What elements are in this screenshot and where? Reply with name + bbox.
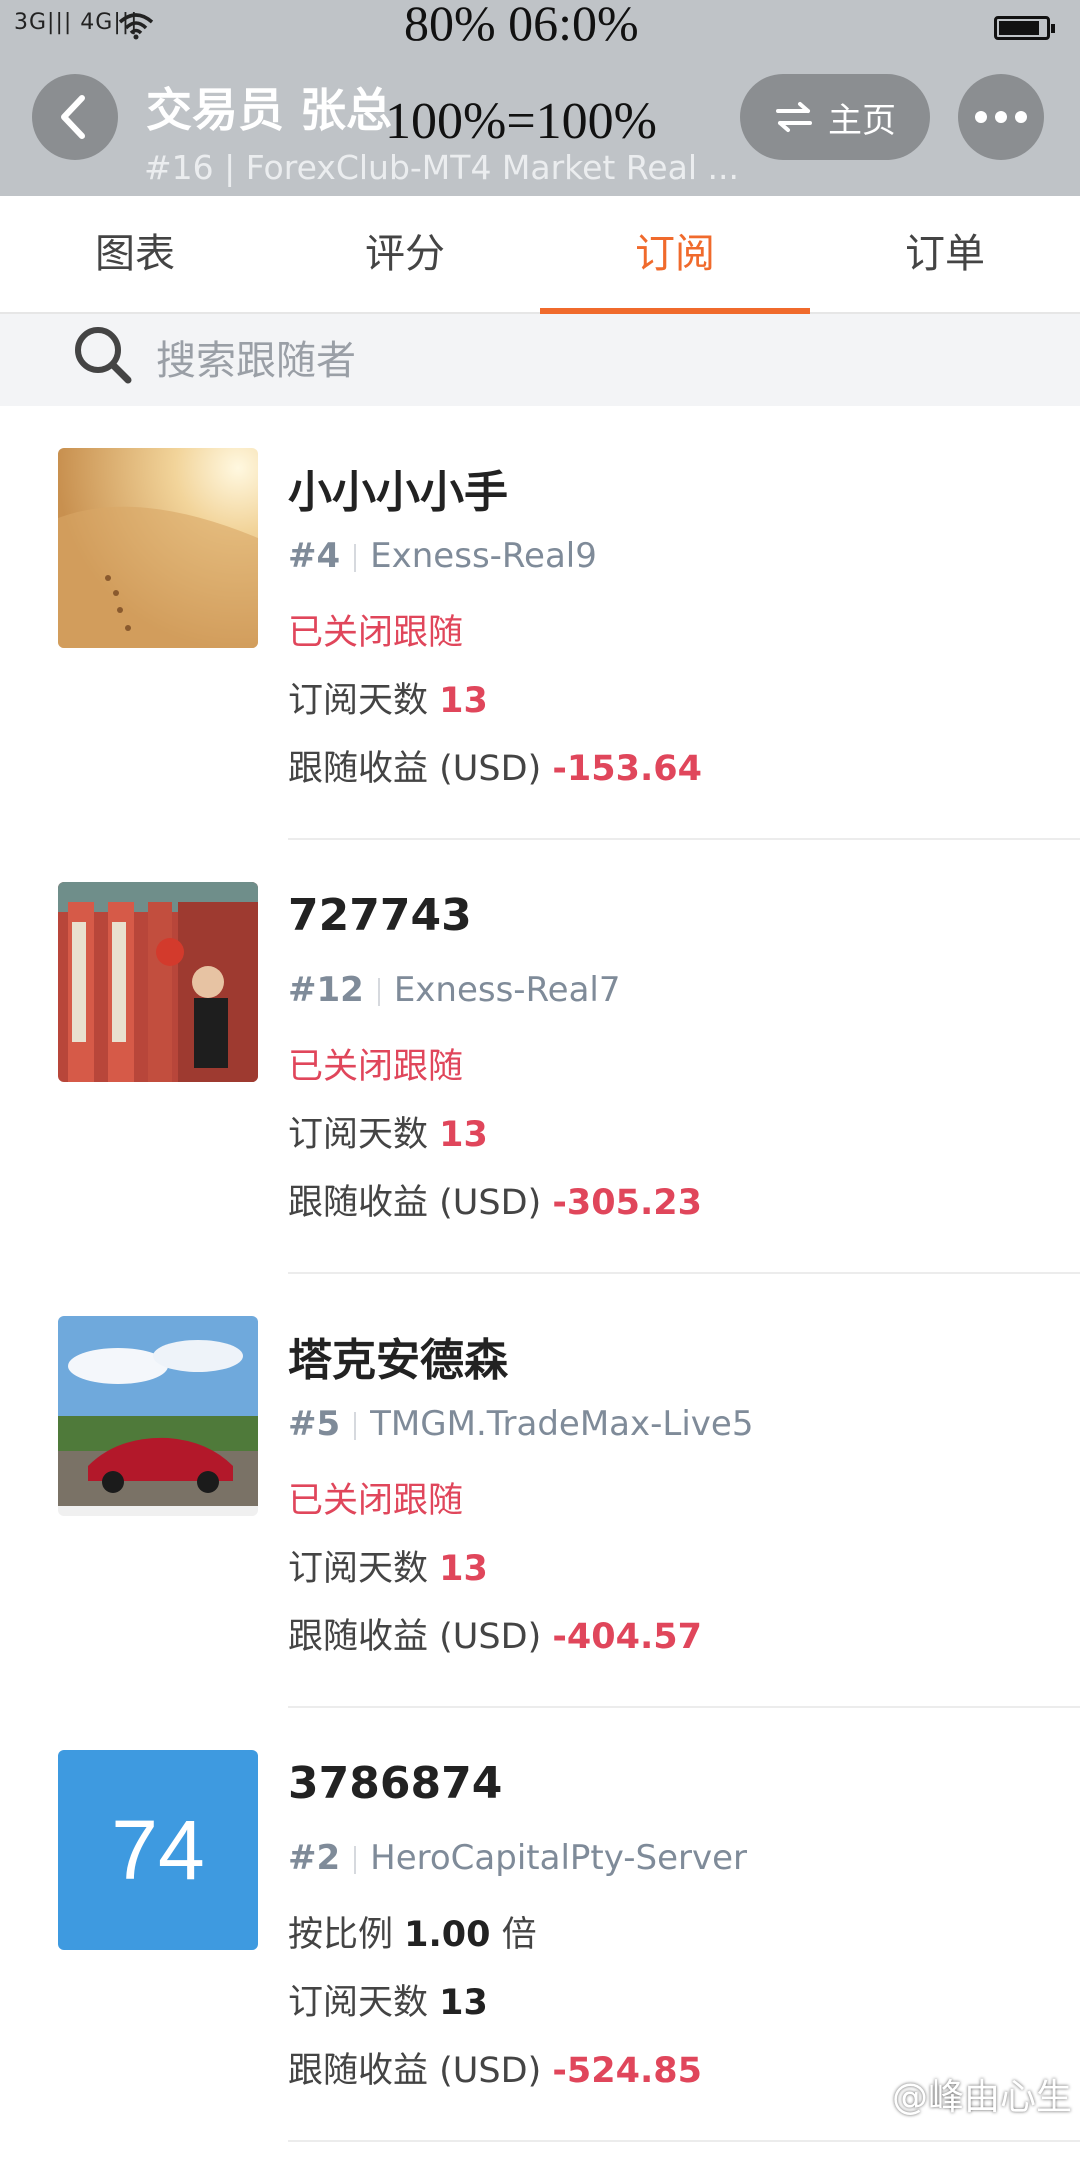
swap-arrows-icon bbox=[776, 102, 812, 132]
days-value: 13 bbox=[439, 1983, 488, 2023]
subscription-days: 订阅天数 13 bbox=[288, 1983, 488, 2023]
status-text: 已关闭跟随 bbox=[288, 613, 464, 653]
tab-subscriptions[interactable]: 订阅 bbox=[540, 196, 810, 314]
follower-name: 小小小小手 bbox=[288, 467, 508, 518]
rank-server: #2 HeroCapitalPty-Server bbox=[288, 1838, 747, 1878]
search-bar[interactable]: 搜索跟随者 bbox=[0, 314, 1080, 406]
top-header: 3G||| 4G||| 80% 06:0% 100%=100% 交易员 张总 #… bbox=[0, 0, 1080, 196]
rank-badge: #4 bbox=[288, 536, 341, 576]
list-item[interactable]: 小小小小手 #4 Exness-Real9 已关闭跟随 订阅天数 13 跟随收益 … bbox=[0, 406, 1080, 840]
follow-profit: 跟随收益 (USD) -404.57 bbox=[288, 1617, 702, 1657]
days-value: 13 bbox=[439, 681, 488, 721]
follower-name: 3786874 bbox=[288, 1758, 503, 1809]
profit-value: -153.64 bbox=[552, 749, 702, 789]
status-bar: 3G||| 4G||| 80% 06:0% bbox=[0, 0, 1080, 56]
avatar bbox=[58, 1316, 258, 1516]
server-name: Exness-Real9 bbox=[370, 536, 597, 576]
status-text: 已关闭跟随 bbox=[288, 1047, 464, 1087]
rank-server: #4 Exness-Real9 bbox=[288, 536, 597, 576]
tab-orders[interactable]: 订单 bbox=[810, 196, 1080, 312]
avatar bbox=[58, 882, 258, 1082]
profit-value: -524.85 bbox=[552, 2051, 702, 2091]
back-button[interactable] bbox=[32, 74, 118, 160]
rank-badge: #12 bbox=[288, 970, 364, 1010]
search-input[interactable]: 搜索跟随者 bbox=[156, 328, 356, 386]
overlay-text: 100%=100% bbox=[385, 93, 657, 150]
page-title: 交易员 张总 bbox=[146, 83, 393, 137]
tab-bar: 图表 评分 订阅 订单 bbox=[0, 196, 1080, 314]
battery-icon bbox=[994, 16, 1055, 40]
search-icon bbox=[70, 322, 134, 390]
list-item[interactable]: 塔克安德森 #5 TMGM.TradeMax-Live5 已关闭跟随 订阅天数 1… bbox=[0, 1274, 1080, 1708]
server-name: Exness-Real7 bbox=[393, 970, 621, 1010]
watermark-text: @峰由心生 bbox=[891, 2077, 1072, 2118]
more-dots-icon bbox=[975, 111, 987, 123]
rank-server: #12 Exness-Real7 bbox=[288, 970, 621, 1010]
page-subtitle: #16 | ForexClub-MT4 Market Real ... bbox=[144, 148, 739, 187]
home-button-label: 主页 bbox=[828, 100, 896, 141]
follower-name: 727743 bbox=[288, 890, 472, 941]
avatar: 74 bbox=[58, 1750, 258, 1950]
rank-badge: #5 bbox=[288, 1404, 341, 1444]
status-text: 已关闭跟随 bbox=[288, 1481, 464, 1521]
follow-profit: 跟随收益 (USD) -524.85 bbox=[288, 2051, 702, 2091]
profit-value: -404.57 bbox=[552, 1617, 702, 1657]
chevron-left-icon bbox=[61, 95, 85, 139]
divider bbox=[288, 2140, 1080, 2142]
follower-name: 塔克安德森 bbox=[288, 1335, 508, 1386]
rank-badge: #2 bbox=[288, 1838, 341, 1878]
days-value: 13 bbox=[439, 1549, 488, 1589]
subscription-days: 订阅天数 13 bbox=[288, 681, 488, 721]
days-value: 13 bbox=[439, 1115, 488, 1155]
subscription-days: 订阅天数 13 bbox=[288, 1549, 488, 1589]
server-name: TMGM.TradeMax-Live5 bbox=[370, 1404, 754, 1444]
follow-profit: 跟随收益 (USD) -305.23 bbox=[288, 1183, 702, 1223]
more-button[interactable] bbox=[958, 74, 1044, 160]
avatar bbox=[58, 448, 258, 648]
home-button[interactable]: 主页 bbox=[740, 74, 930, 160]
follow-profit: 跟随收益 (USD) -153.64 bbox=[288, 749, 702, 789]
tab-chart[interactable]: 图表 bbox=[0, 196, 270, 312]
battery-percent-text: 80% 06:0% bbox=[404, 0, 639, 51]
wifi-icon bbox=[118, 12, 154, 44]
tab-rating[interactable]: 评分 bbox=[270, 196, 540, 312]
list-item[interactable]: 727743 #12 Exness-Real7 已关闭跟随 订阅天数 13 跟随收… bbox=[0, 840, 1080, 1274]
avatar-initials: 74 bbox=[111, 1802, 205, 1897]
subscription-days: 订阅天数 13 bbox=[288, 1115, 488, 1155]
ratio-value: 1.00 bbox=[404, 1915, 491, 1955]
server-name: HeroCapitalPty-Server bbox=[370, 1838, 748, 1878]
copy-ratio: 按比例 1.00 倍 bbox=[288, 1915, 537, 1955]
rank-server: #5 TMGM.TradeMax-Live5 bbox=[288, 1404, 753, 1444]
profit-value: -305.23 bbox=[552, 1183, 702, 1223]
follower-list: 小小小小手 #4 Exness-Real9 已关闭跟随 订阅天数 13 跟随收益 … bbox=[0, 406, 1080, 2142]
